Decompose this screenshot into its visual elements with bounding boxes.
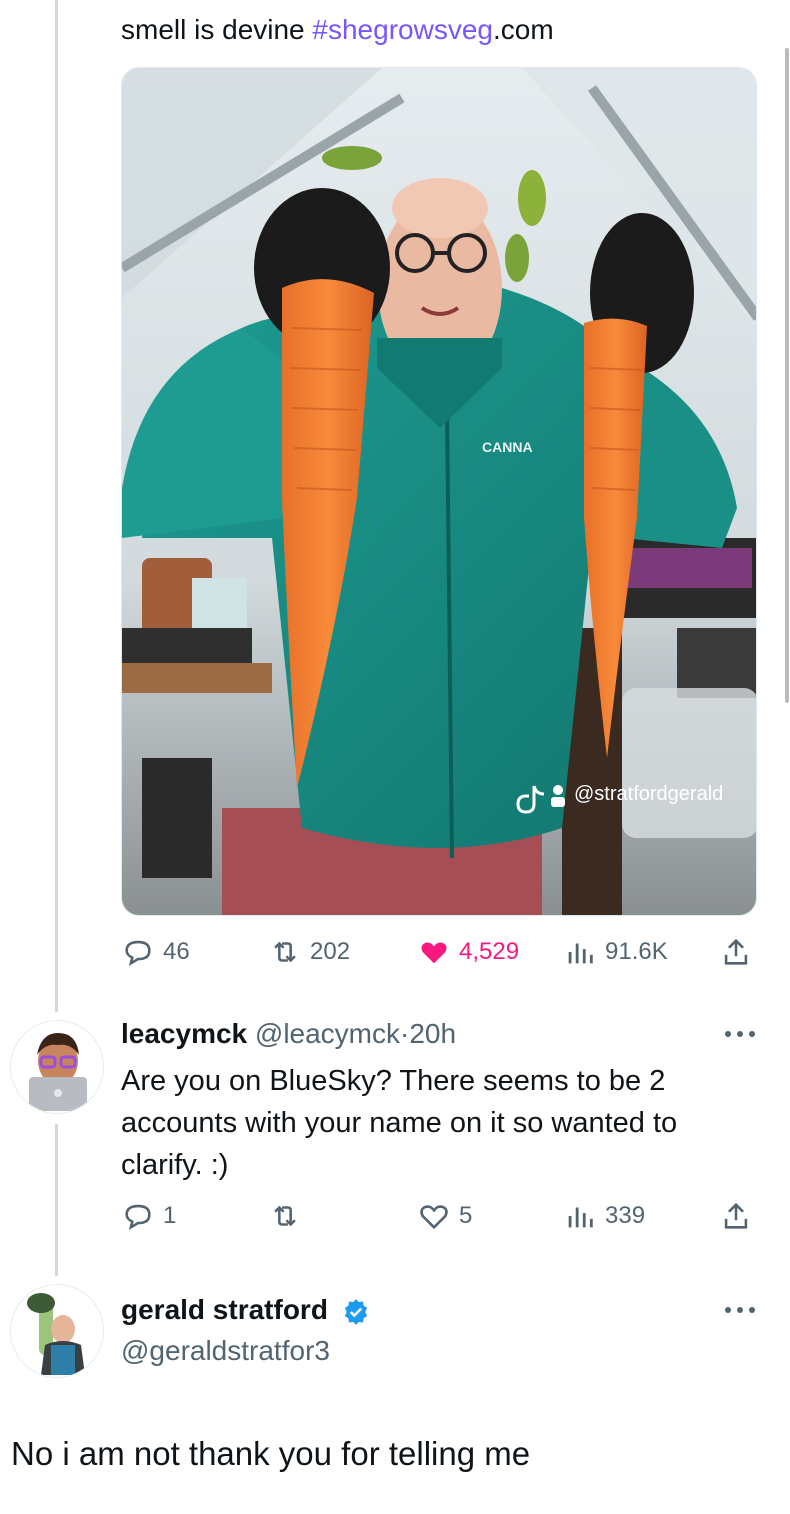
more-icon[interactable]	[722, 1304, 758, 1316]
more-icon[interactable]	[722, 1028, 758, 1040]
reply-time[interactable]: 20h	[409, 1018, 456, 1049]
avatar-leacymck[interactable]	[10, 1020, 104, 1114]
reply-text: Are you on BlueSky? There seems to be 2 …	[121, 1065, 678, 1181]
tweet-media-image[interactable]: CANNA @stratfordgerald	[121, 67, 757, 916]
like-count: 5	[459, 1202, 473, 1229]
share-icon	[724, 1202, 748, 1229]
views-icon	[568, 943, 593, 964]
repost-button[interactable]	[268, 1196, 310, 1236]
views-count: 339	[605, 1202, 646, 1229]
reply-action-bar: 1 5 339	[121, 1196, 761, 1236]
views-icon	[568, 1207, 593, 1228]
reply-display-name[interactable]: leacymck	[121, 1018, 247, 1049]
hashtag-link[interactable]: #shegrowsveg	[312, 14, 493, 45]
like-count: 4,529	[459, 938, 520, 965]
share-button[interactable]	[719, 1196, 753, 1236]
share-icon	[724, 938, 748, 965]
thread-line-top	[55, 0, 58, 1012]
author-display-name[interactable]: gerald stratford	[121, 1294, 328, 1325]
reply-handle[interactable]: @leacymck	[255, 1018, 400, 1049]
scrollbar[interactable]	[785, 48, 789, 703]
avatar-geraldstratford[interactable]	[10, 1284, 104, 1378]
reply-count: 1	[163, 1202, 177, 1229]
tweet-action-bar: 46 202 4,529 91.6K	[121, 932, 761, 972]
views-count: 91.6K	[605, 938, 668, 965]
heart-icon	[421, 942, 447, 964]
like-button[interactable]: 4,529	[417, 932, 519, 972]
views-button[interactable]: 339	[563, 1196, 645, 1236]
repost-icon	[274, 941, 296, 963]
reply-button[interactable]: 46	[121, 932, 190, 972]
author-reply-text: No i am not thank you for telling me	[11, 1435, 531, 1472]
tweet-text-suffix: .com	[492, 14, 554, 45]
media-watermark: @stratfordgerald	[574, 783, 723, 805]
author-handle-line: @geraldstratfor3	[121, 1334, 330, 1368]
repost-count: 202	[310, 938, 351, 965]
repost-button[interactable]: 202	[268, 932, 350, 972]
reply-count: 46	[163, 938, 190, 965]
share-button[interactable]	[719, 932, 753, 972]
reply-icon	[125, 1204, 151, 1231]
thread-line-middle	[55, 1124, 58, 1276]
repost-icon	[274, 1205, 296, 1227]
verified-icon	[344, 1298, 367, 1325]
heart-icon	[420, 1205, 448, 1230]
reply-icon	[125, 940, 151, 967]
views-button[interactable]: 91.6K	[563, 932, 668, 972]
author-handle[interactable]: @geraldstratfor3	[121, 1335, 330, 1366]
reply-separator: ·	[400, 1018, 410, 1049]
author-name-line: gerald stratford	[121, 1293, 370, 1327]
like-button[interactable]: 5	[417, 1196, 472, 1236]
tweet-text: smell is devine #shegrowsveg.com	[121, 12, 554, 48]
tweet-text-plain: smell is devine	[121, 14, 313, 45]
reply-button[interactable]: 1	[121, 1196, 176, 1236]
shirt-logo-text: CANNA	[482, 439, 533, 455]
reply-header: leacymck @leacymck·20h	[121, 1017, 456, 1051]
